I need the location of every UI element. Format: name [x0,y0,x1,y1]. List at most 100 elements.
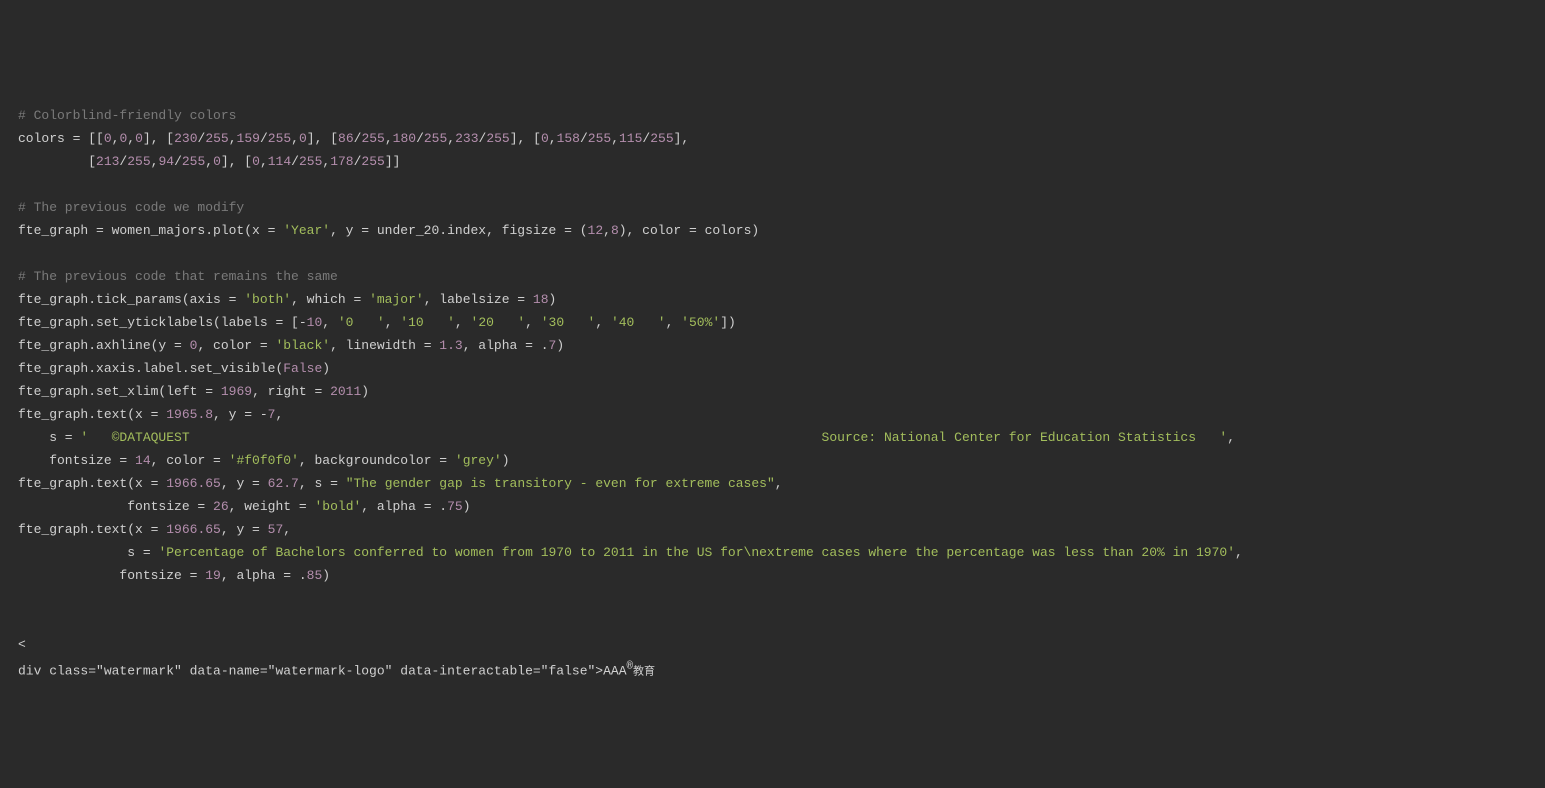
string: '30 ' [541,315,596,330]
code-text: , s = [299,476,346,491]
code-text: / [174,154,182,169]
code-text: s = [18,430,80,445]
code-text: , weight = [229,499,315,514]
number: 1969 [221,384,252,399]
code-text: fte_graph.text(x = [18,476,166,491]
code-text: fte_graph.set_yticklabels(labels = [- [18,315,307,330]
number: 230 [174,131,197,146]
string: '40 ' [611,315,666,330]
number: 158 [557,131,580,146]
number: 0 [135,131,143,146]
code-text: fte_graph.text(x = [18,522,166,537]
number: 255 [299,154,322,169]
code-text: , [455,315,471,330]
code-text: , y = [221,522,268,537]
code-text: ) [322,361,330,376]
code-text: , [127,131,135,146]
code-text: ) [502,453,510,468]
code-block: # Colorblind-friendly colors colors = [[… [18,104,1527,587]
number: 255 [486,131,509,146]
number: 57 [268,522,284,537]
code-text: ]) [720,315,736,330]
string: 'major' [369,292,424,307]
code-text: , [525,315,541,330]
code-text: , [1227,430,1235,445]
code-text: , color = [197,338,275,353]
string: '0 ' [338,315,385,330]
code-text: fontsize = [18,568,205,583]
string: 'both' [244,292,291,307]
number: 233 [455,131,478,146]
code-text: , [260,154,268,169]
code-text: , [205,154,213,169]
number: 114 [268,154,291,169]
number: 0 [213,154,221,169]
number: 10 [307,315,323,330]
string: 'Year' [283,223,330,238]
string: "The gender gap is transitory - even for… [346,476,775,491]
number: 255 [361,131,384,146]
code-text: ], [ [510,131,541,146]
string: '20 ' [471,315,526,330]
number: 0 [299,131,307,146]
comment: # Colorblind-friendly colors [18,108,236,123]
code-text: ) [556,338,564,353]
number: 1966.65 [166,522,221,537]
code-text: colors = [[ [18,131,104,146]
string: '10 ' [400,315,455,330]
code-text: fte_graph.axhline(y = [18,338,190,353]
code-text: , y = [221,476,268,491]
code-text: ], [ [221,154,252,169]
code-text: fontsize = [18,499,213,514]
code-text: , alpha = . [361,499,447,514]
code-text: s = [18,545,158,560]
number: 12 [588,223,604,238]
number: 0 [541,131,549,146]
code-text: fte_graph = women_majors.plot(x = [18,223,283,238]
string: 'bold' [314,499,361,514]
code-text: , which = [291,292,369,307]
code-text: ) [549,292,557,307]
code-text: , [275,407,283,422]
number: 8 [611,223,619,238]
number: 85 [307,568,323,583]
code-text: ) [322,568,330,583]
number: 0 [252,154,260,169]
code-text: ], [674,131,690,146]
code-text: , [603,223,611,238]
number: 255 [268,131,291,146]
number: 0 [104,131,112,146]
code-text: , [229,131,237,146]
code-text: , alpha = . [221,568,307,583]
number: 180 [393,131,416,146]
number: 14 [135,453,151,468]
code-text: / [291,154,299,169]
code-text: ) [361,384,369,399]
code-text: , [283,522,291,537]
number: 255 [588,131,611,146]
string: ' ©DATAQUEST Source: National Center for… [80,430,1227,445]
code-text: , [385,131,393,146]
string: 'grey' [455,453,502,468]
number: 255 [205,131,228,146]
number: 62.7 [268,476,299,491]
code-text: fte_graph.tick_params(axis = [18,292,244,307]
code-text: / [580,131,588,146]
code-text: , [291,131,299,146]
code-text: , [666,315,682,330]
code-text: fte_graph.xaxis.label.set_visible( [18,361,283,376]
code-text: , y = - [213,407,268,422]
code-text: ]] [385,154,401,169]
number: 255 [650,131,673,146]
number: 86 [338,131,354,146]
number: 159 [237,131,260,146]
code-text: ], [ [143,131,174,146]
code-text: fte_graph.set_xlim(left = [18,384,221,399]
number: 19 [205,568,221,583]
code-text: , linewidth = [330,338,439,353]
number: 1965.8 [166,407,213,422]
keyword-false: False [283,361,322,376]
code-text: , backgroundcolor = [299,453,455,468]
number: 1966.65 [166,476,221,491]
code-text: [ [18,154,96,169]
